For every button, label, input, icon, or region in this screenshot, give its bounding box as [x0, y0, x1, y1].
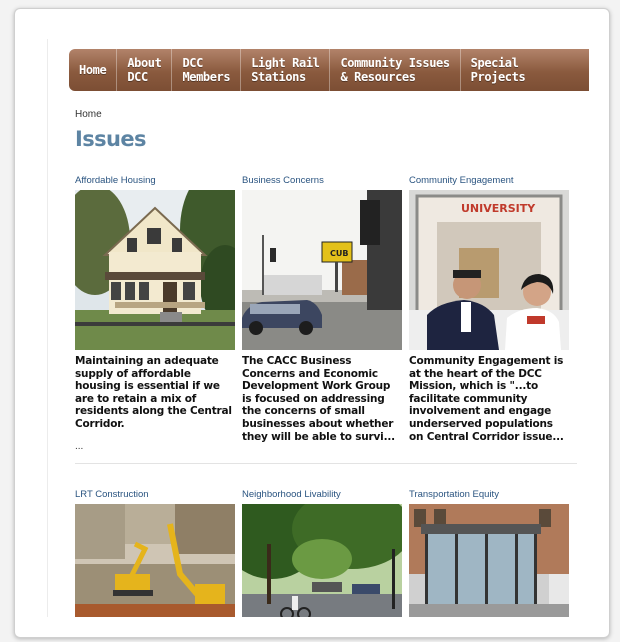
issue-card-lrt-construction: LRT Construction	[75, 489, 235, 617]
issue-card-business-concerns: Business Concerns CUB The CACC Business …	[242, 175, 402, 443]
card-title[interactable]: LRT Construction	[75, 489, 235, 501]
card-title[interactable]: Affordable Housing	[75, 175, 235, 187]
card-title[interactable]: Community Engagement	[409, 175, 569, 187]
issue-card-affordable-housing: Affordable Housing Maintaining an adequa…	[75, 175, 235, 452]
row-divider	[75, 463, 577, 464]
people-photo[interactable]: UNIVERSITY	[409, 190, 569, 350]
house-photo[interactable]	[75, 190, 235, 350]
nav-community-issues[interactable]: Community Issues & Resources	[330, 49, 461, 91]
page-title: Issues	[75, 127, 147, 151]
card-title[interactable]: Transportation Equity	[409, 489, 569, 501]
nav-special-projects[interactable]: Special Projects	[461, 49, 536, 91]
nav-light-rail-stations[interactable]: Light Rail Stations	[241, 49, 331, 91]
card-description: The CACC Business Concerns and Economic …	[242, 355, 395, 443]
page-content: Home About DCC DCC Members Light Rail St…	[47, 39, 591, 617]
issue-card-neighborhood-livability: Neighborhood Livability	[242, 489, 402, 617]
nav-about-dcc[interactable]: About DCC	[117, 49, 173, 91]
card-title[interactable]: Business Concerns	[242, 175, 402, 187]
left-border	[47, 39, 48, 617]
card-description: Community Engagement is at the heart of …	[409, 355, 564, 443]
read-more-ellipsis[interactable]: ...	[75, 441, 235, 452]
nav-dcc-members[interactable]: DCC Members	[172, 49, 242, 91]
issue-card-transportation-equity: Transportation Equity	[409, 489, 569, 617]
construction-photo[interactable]	[75, 504, 235, 617]
nav-home[interactable]: Home	[69, 49, 118, 91]
street-photo[interactable]: CUB	[242, 190, 402, 350]
issue-card-community-engagement: Community Engagement UNIVERSITY Communit…	[409, 175, 569, 443]
main-nav: Home About DCC DCC Members Light Rail St…	[69, 49, 589, 91]
card-title[interactable]: Neighborhood Livability	[242, 489, 402, 501]
neighborhood-photo[interactable]	[242, 504, 402, 617]
store-sign: CUB	[330, 249, 348, 258]
browser-frame: Home About DCC DCC Members Light Rail St…	[14, 8, 610, 638]
bus-shelter-photo[interactable]	[409, 504, 569, 617]
banner-text: UNIVERSITY	[461, 202, 536, 215]
breadcrumb[interactable]: Home	[75, 109, 102, 120]
card-description: Maintaining an adequate supply of afford…	[75, 355, 232, 430]
